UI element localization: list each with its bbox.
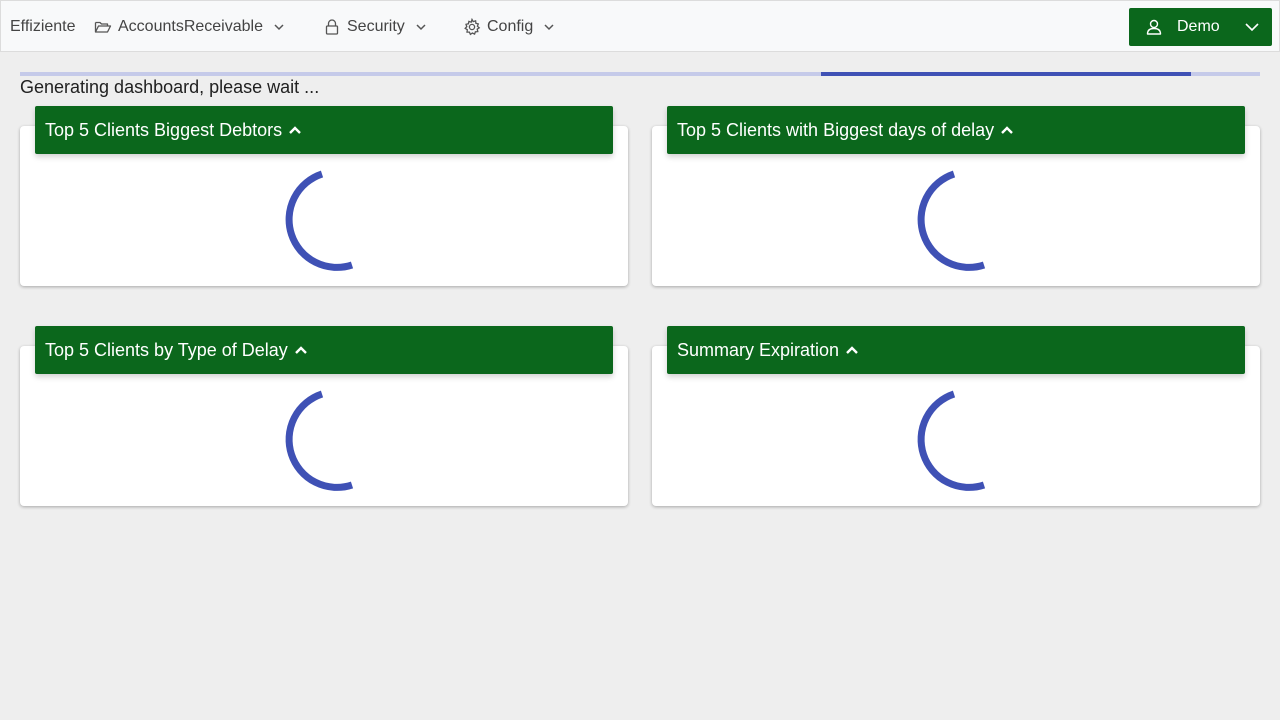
caret-up-icon bbox=[288, 124, 302, 136]
menu-config[interactable]: Config bbox=[463, 1, 555, 53]
caret-up-icon bbox=[845, 344, 859, 356]
chevron-down-icon bbox=[415, 21, 427, 33]
menu-label: Config bbox=[487, 18, 534, 35]
card-title: Summary Expiration bbox=[677, 339, 840, 360]
chevron-down-icon bbox=[543, 21, 555, 33]
loading-status-text: Generating dashboard, please wait ... bbox=[20, 77, 320, 97]
card-header-biggest-debtors[interactable]: Top 5 Clients Biggest Debtors bbox=[35, 106, 613, 154]
menu-label: AccountsReceivable bbox=[118, 18, 263, 35]
caret-up-icon bbox=[1000, 124, 1014, 136]
card-header-type-of-delay[interactable]: Top 5 Clients by Type of Delay bbox=[35, 326, 613, 374]
menu-accounts-receivable[interactable]: AccountsReceivable bbox=[94, 1, 285, 53]
folder-open-icon bbox=[94, 18, 112, 36]
brand-link[interactable]: Effiziente bbox=[10, 1, 76, 53]
card-title: Top 5 Clients Biggest Debtors bbox=[45, 119, 283, 140]
card-title: Top 5 Clients by Type of Delay bbox=[45, 339, 288, 360]
menu-security[interactable]: Security bbox=[323, 1, 427, 53]
loading-spinner-icon bbox=[917, 170, 986, 271]
user-icon bbox=[1145, 18, 1163, 36]
chevron-down-icon bbox=[273, 21, 285, 33]
card-header-biggest-delay[interactable]: Top 5 Clients with Biggest days of delay bbox=[667, 106, 1245, 154]
card-title: Top 5 Clients with Biggest days of delay bbox=[677, 119, 995, 140]
loading-spinner-icon bbox=[285, 170, 354, 271]
menu-label: Security bbox=[347, 18, 405, 35]
gear-icon bbox=[463, 18, 481, 36]
caret-up-icon bbox=[294, 344, 308, 356]
loading-spinner-icon bbox=[285, 390, 354, 491]
loading-spinner-icon bbox=[917, 390, 986, 491]
progress-bar-fill bbox=[821, 72, 1191, 76]
user-name: Demo bbox=[1177, 18, 1220, 35]
user-menu-button[interactable]: Demo bbox=[1129, 8, 1272, 46]
chevron-down-icon bbox=[1244, 19, 1260, 35]
top-navbar: Effiziente AccountsReceivable Security C… bbox=[0, 0, 1280, 52]
lock-icon bbox=[323, 18, 341, 36]
card-header-summary-expiration[interactable]: Summary Expiration bbox=[667, 326, 1245, 374]
